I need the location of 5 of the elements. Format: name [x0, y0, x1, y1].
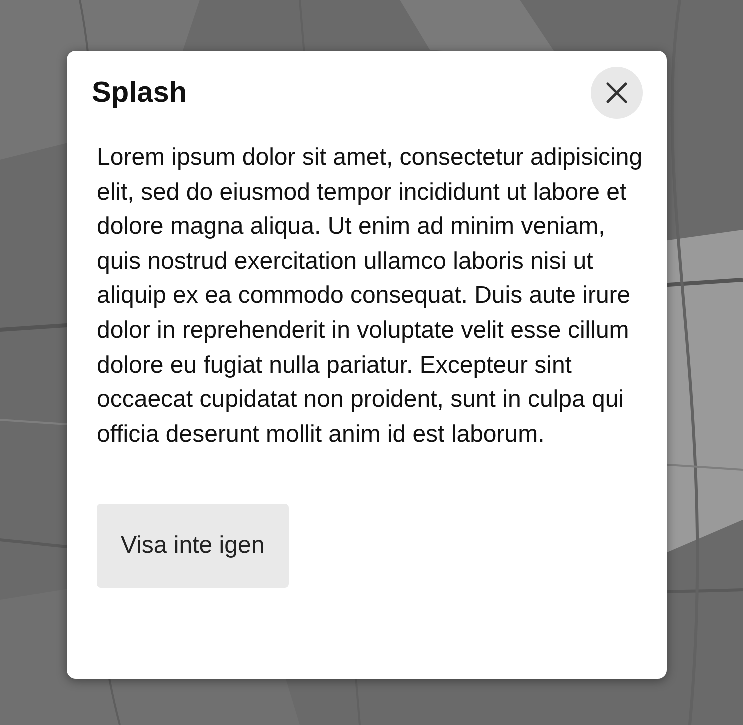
close-button[interactable]	[591, 67, 643, 119]
dismiss-button[interactable]: Visa inte igen	[97, 504, 289, 588]
dialog-text: Lorem ipsum dolor sit amet, consectetur adipisicing elit, sed do eiusmod tempor incididunt ut labore et dolore magna aliqua. Ut enim ad minim veniam, quis nostrud exercitation ullamco laboris nisi ut aliquip ex ea commodo consequat. Duis aute irure dolor in reprehenderit in voluptate velit esse cillum dolore eu fugiat nulla pariatur. Excepteur sint occaecat cupidatat non proident, sunt in culpa qui officia deserunt mollit anim id est laborum.	[97, 143, 644, 450]
dialog-title: Splash	[92, 76, 188, 110]
close-icon	[606, 82, 628, 104]
